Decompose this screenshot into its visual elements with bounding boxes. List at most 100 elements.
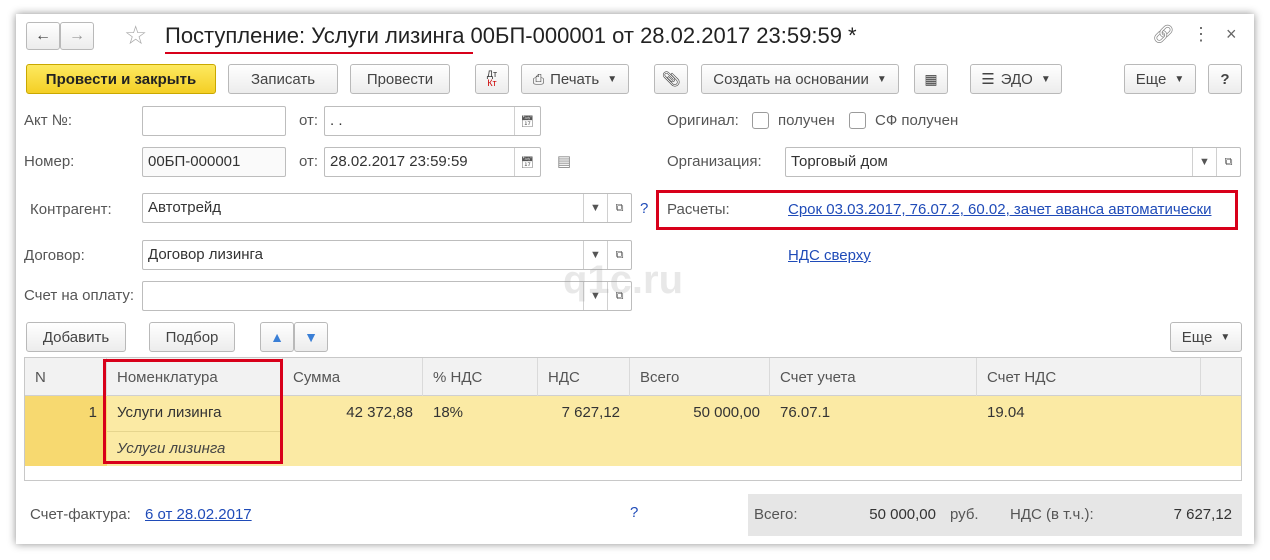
cell-vat-account: 19.04 bbox=[987, 404, 1025, 421]
cell-vat: 7 627,12 bbox=[561, 404, 620, 421]
chevron-down-icon: ▼ bbox=[1040, 73, 1051, 85]
received-label: получен bbox=[778, 112, 835, 129]
original-label: Оригинал: bbox=[667, 112, 739, 129]
structure-icon: ▦ bbox=[924, 70, 938, 87]
title-underline bbox=[165, 52, 473, 54]
invoice-payment-field[interactable]: ▼ ⧉ bbox=[142, 281, 632, 311]
sf-received-checkbox[interactable] bbox=[849, 112, 866, 129]
edo-button[interactable]: ☰ ЭДО ▼ bbox=[970, 64, 1062, 94]
document-window: ← → ☆ Поступление: Услуги лизинга 00БП-0… bbox=[16, 14, 1254, 544]
counterparty-help-icon[interactable]: ? bbox=[640, 200, 648, 217]
col-header-n[interactable]: N bbox=[25, 358, 107, 396]
dropdown-icon[interactable]: ▼ bbox=[583, 194, 607, 222]
organization-value: Торговый дом bbox=[791, 153, 888, 170]
contract-label: Договор: bbox=[24, 247, 85, 264]
post-button[interactable]: Провести bbox=[350, 64, 450, 94]
forward-button[interactable]: → bbox=[60, 22, 94, 50]
total-value: 50 000,00 bbox=[869, 506, 936, 523]
col-header-vat-rate[interactable]: % НДС bbox=[423, 358, 538, 396]
add-button[interactable]: Добавить bbox=[26, 322, 126, 352]
more-label: Еще bbox=[1135, 70, 1167, 88]
cell-n: 1 bbox=[88, 404, 97, 421]
favorite-star-icon[interactable]: ☆ bbox=[124, 20, 147, 51]
back-button[interactable]: ← bbox=[26, 22, 60, 50]
page-title: Поступление: Услуги лизинга 00БП-000001 … bbox=[165, 23, 857, 48]
paperclip-icon: 📎︎ bbox=[661, 71, 681, 88]
arrow-left-icon: ← bbox=[35, 27, 51, 44]
number-label: Номер: bbox=[24, 153, 75, 170]
move-up-button[interactable]: ▲ bbox=[260, 322, 294, 352]
number-date-field[interactable]: 28.02.2017 23:59:59 📅︎ bbox=[324, 147, 541, 177]
col-header-sum[interactable]: Сумма bbox=[283, 358, 423, 396]
number-date-label: от: bbox=[299, 153, 319, 170]
act-date-label: от: bbox=[299, 112, 319, 129]
calendar-icon[interactable]: 📅︎ bbox=[514, 107, 540, 135]
create-based-button[interactable]: Создать на основании ▼ bbox=[701, 64, 899, 94]
vat-on-top-link[interactable]: НДС сверху bbox=[788, 247, 871, 264]
chevron-down-icon: ▼ bbox=[1220, 331, 1231, 343]
calendar-icon[interactable]: 📅︎ bbox=[514, 148, 540, 176]
col-header-vat[interactable]: НДС bbox=[538, 358, 630, 396]
dtkt-button[interactable]: Дт Кт bbox=[475, 64, 509, 94]
cell-sum: 42 372,88 bbox=[346, 404, 413, 421]
act-date-field[interactable]: . . 📅︎ bbox=[324, 106, 541, 136]
number-field[interactable]: 00БП-000001 bbox=[142, 147, 286, 177]
close-icon[interactable]: × bbox=[1226, 24, 1237, 45]
print-button[interactable]: ⎙ Печать ▼ bbox=[521, 64, 629, 94]
more-button[interactable]: Еще ▼ bbox=[1124, 64, 1196, 94]
print-label: Печать bbox=[550, 70, 600, 88]
act-date-value: . . bbox=[330, 112, 343, 129]
chevron-down-icon: ▼ bbox=[876, 73, 887, 85]
cell-account: 76.07.1 bbox=[780, 404, 831, 421]
number-date-value: 28.02.2017 23:59:59 bbox=[330, 153, 468, 170]
dropdown-icon[interactable]: ▼ bbox=[1192, 148, 1216, 176]
structure-button[interactable]: ▦ bbox=[914, 64, 948, 94]
settlements-link[interactable]: Срок 03.03.2017, 76.07.2, 60.02, зачет а… bbox=[788, 201, 1211, 218]
edo-label: ЭДО bbox=[1000, 70, 1033, 88]
vat-total-label: НДС (в т.ч.): bbox=[1010, 506, 1094, 523]
open-icon[interactable]: ⧉ bbox=[607, 194, 631, 222]
table-more-label: Еще bbox=[1181, 328, 1213, 346]
organization-label: Организация: bbox=[667, 153, 762, 170]
arrow-right-icon: → bbox=[69, 27, 85, 44]
organization-field[interactable]: Торговый дом ▼ ⧉ bbox=[785, 147, 1241, 177]
counterparty-field[interactable]: Автотрейд ▼ ⧉ bbox=[142, 193, 632, 223]
counterparty-label: Контрагент: bbox=[30, 201, 112, 218]
invoice-help-icon[interactable]: ? bbox=[630, 504, 638, 521]
nomenclature-highlight bbox=[103, 359, 283, 464]
help-button[interactable]: ? bbox=[1208, 64, 1242, 94]
received-checkbox[interactable] bbox=[752, 112, 769, 129]
contract-value: Договор лизинга bbox=[148, 246, 263, 263]
attach-button[interactable]: 📎︎ bbox=[654, 64, 688, 94]
link-icon[interactable]: 🔗︎ bbox=[1152, 24, 1175, 45]
notes-icon[interactable]: ▤ bbox=[557, 152, 571, 170]
post-close-button[interactable]: Провести и закрыть bbox=[26, 64, 216, 94]
cell-vat-rate: 18% bbox=[433, 404, 464, 421]
table-more-button[interactable]: Еще ▼ bbox=[1170, 322, 1242, 352]
sf-received-label: СФ получен bbox=[875, 112, 959, 129]
settlements-label: Расчеты: bbox=[667, 201, 730, 218]
act-number-field[interactable] bbox=[142, 106, 286, 136]
cell-total: 50 000,00 bbox=[693, 404, 760, 421]
act-label: Акт №: bbox=[24, 112, 73, 129]
invoice-label: Счет-фактура: bbox=[30, 506, 131, 523]
move-down-button[interactable]: ▼ bbox=[294, 322, 328, 352]
create-based-label: Создать на основании bbox=[713, 70, 869, 88]
contract-field[interactable]: Договор лизинга ▼ ⧉ bbox=[142, 240, 632, 270]
arrow-up-icon: ▲ bbox=[270, 329, 284, 345]
invoice-link[interactable]: 6 от 28.02.2017 bbox=[145, 506, 252, 523]
watermark: q1c.ru bbox=[563, 258, 684, 302]
chevron-down-icon: ▼ bbox=[1174, 73, 1185, 85]
currency-label: руб. bbox=[950, 506, 979, 523]
col-header-total[interactable]: Всего bbox=[630, 358, 770, 396]
chevron-down-icon: ▼ bbox=[607, 73, 618, 85]
open-icon[interactable]: ⧉ bbox=[1216, 148, 1240, 176]
vat-total-value: 7 627,12 bbox=[1173, 506, 1232, 523]
save-button[interactable]: Записать bbox=[228, 64, 338, 94]
pick-button[interactable]: Подбор bbox=[149, 322, 235, 352]
col-header-vat-account[interactable]: Счет НДС bbox=[977, 358, 1201, 396]
more-vert-icon[interactable]: ⋮ bbox=[1192, 24, 1210, 45]
arrow-down-icon: ▼ bbox=[304, 329, 318, 345]
total-label: Всего: bbox=[754, 506, 798, 523]
col-header-account[interactable]: Счет учета bbox=[770, 358, 977, 396]
